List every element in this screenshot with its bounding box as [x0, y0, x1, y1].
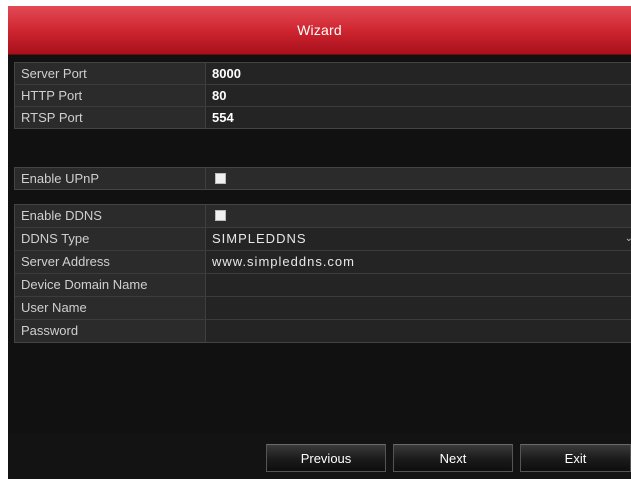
server-address-label: Server Address [21, 254, 110, 269]
exit-button[interactable]: Exit [520, 444, 631, 472]
column-divider [205, 168, 206, 189]
enable-upnp-checkbox[interactable] [215, 173, 226, 184]
http-port-label: HTTP Port [21, 88, 83, 103]
ports-panel: Server Port 8000 HTTP Port 80 RTSP Port … [14, 62, 631, 129]
title-bar: Wizard [8, 6, 631, 55]
user-name-row: User Name [15, 297, 631, 320]
http-port-row: HTTP Port 80 [15, 85, 631, 107]
password-label: Password [21, 323, 79, 338]
ddns-panel: Enable DDNS DDNS Type SIMPLEDDNS ⌄ Serve… [14, 204, 631, 343]
upnp-panel: Enable UPnP [14, 167, 631, 190]
rtsp-port-label: RTSP Port [21, 110, 83, 125]
enable-ddns-label: Enable DDNS [21, 208, 102, 223]
user-name-label: User Name [21, 300, 87, 315]
server-port-label: Server Port [21, 66, 87, 81]
server-port-value[interactable]: 8000 [212, 63, 241, 84]
column-divider [205, 205, 206, 227]
server-port-field[interactable] [206, 63, 631, 84]
device-domain-name-label: Device Domain Name [21, 277, 148, 292]
window-title: Wizard [297, 22, 342, 38]
password-row: Password [15, 320, 631, 342]
http-port-value[interactable]: 80 [212, 85, 226, 106]
wizard-window: Wizard Server Port 8000 HTTP Port 80 RTS… [8, 6, 631, 479]
password-field[interactable] [206, 320, 631, 342]
device-domain-name-row: Device Domain Name [15, 274, 631, 297]
rtsp-port-field[interactable] [206, 107, 631, 128]
server-address-value[interactable]: www.simpleddns.com [212, 251, 355, 273]
enable-ddns-row: Enable DDNS [15, 205, 631, 228]
user-name-field[interactable] [206, 297, 631, 319]
http-port-field[interactable] [206, 85, 631, 106]
ddns-type-label: DDNS Type [21, 231, 90, 246]
device-domain-name-field[interactable] [206, 274, 631, 296]
server-port-row: Server Port 8000 [15, 63, 631, 85]
enable-upnp-label: Enable UPnP [21, 171, 100, 186]
next-button[interactable]: Next [393, 444, 513, 472]
enable-upnp-row: Enable UPnP [15, 168, 631, 189]
ddns-type-value[interactable]: SIMPLEDDNS [212, 228, 307, 250]
enable-ddns-checkbox[interactable] [215, 210, 226, 221]
rtsp-port-value[interactable]: 554 [212, 107, 234, 128]
chevron-down-icon[interactable]: ⌄ [625, 228, 631, 249]
rtsp-port-row: RTSP Port 554 [15, 107, 631, 128]
server-address-row: Server Address www.simpleddns.com [15, 251, 631, 274]
ddns-type-row: DDNS Type SIMPLEDDNS ⌄ [15, 228, 631, 251]
previous-button[interactable]: Previous [266, 444, 386, 472]
